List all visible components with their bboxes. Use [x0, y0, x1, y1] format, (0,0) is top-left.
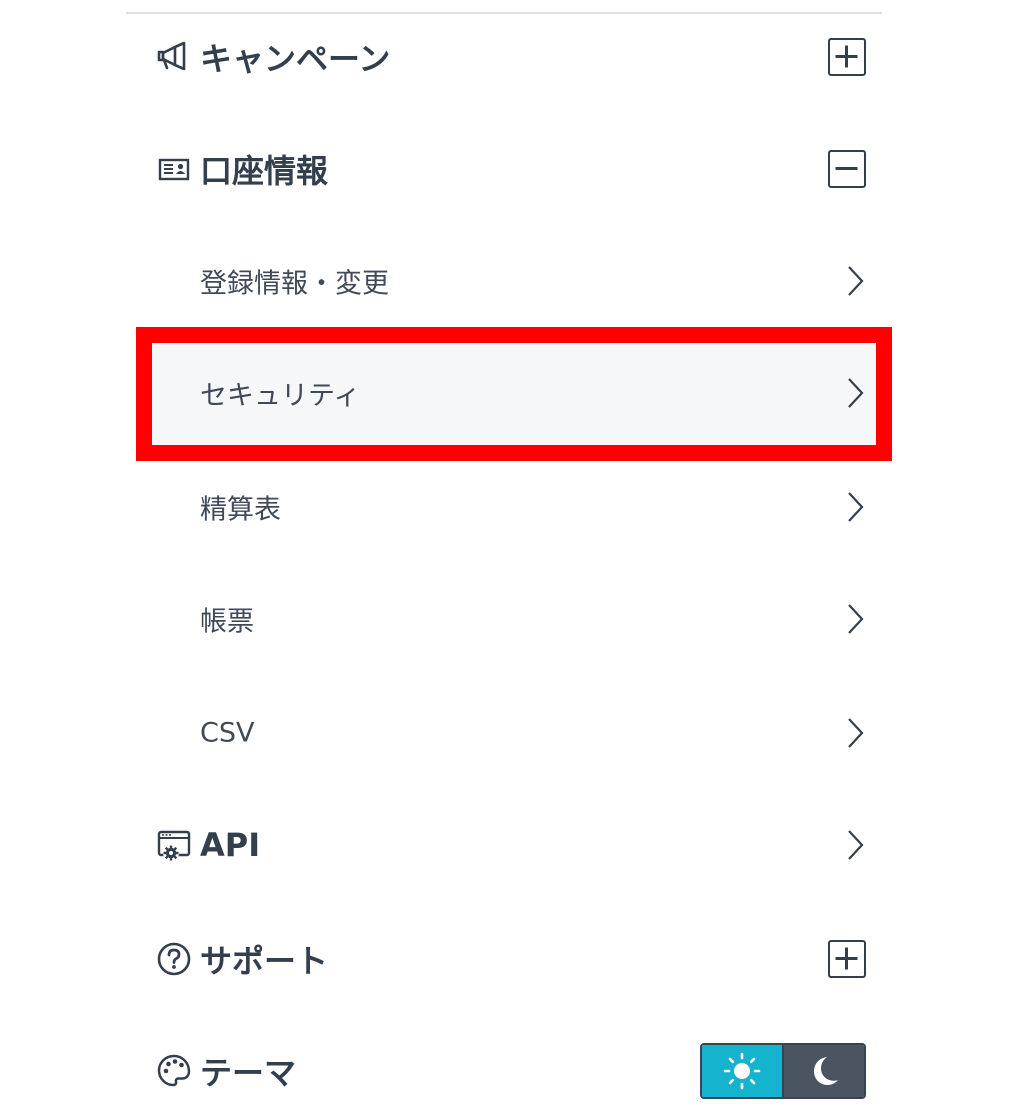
menu-account-info[interactable]: 口座情報 [126, 126, 882, 212]
expand-plus-icon[interactable] [828, 940, 866, 978]
submenu-registration-label: 登録情報・変更 [200, 268, 389, 300]
submenu-reports-label: 帳票 [200, 606, 254, 638]
submenu-security-label: セキュリティ [200, 380, 361, 412]
chevron-right-icon [846, 376, 866, 410]
collapse-minus-icon[interactable] [828, 150, 866, 188]
menu-theme-label: テーマ [200, 1054, 297, 1092]
question-circle-icon [156, 941, 192, 977]
submenu-reports[interactable]: 帳票 [126, 576, 882, 662]
menu-support-label: サポート [200, 942, 329, 980]
chevron-right-icon [846, 828, 866, 862]
menu-account-info-label: 口座情報 [200, 152, 329, 190]
menu-campaign[interactable]: キャンペーン [126, 14, 882, 100]
palette-icon [156, 1053, 192, 1089]
chevron-right-icon [846, 264, 866, 298]
id-card-icon [156, 151, 192, 187]
submenu-security[interactable]: セキュリティ [126, 350, 882, 436]
chevron-right-icon [846, 716, 866, 750]
submenu-settlement[interactable]: 精算表 [126, 464, 882, 550]
submenu-csv-label: CSV [200, 717, 255, 749]
theme-light-button[interactable] [702, 1045, 782, 1097]
menu-campaign-label: キャンペーン [200, 40, 391, 78]
chevron-right-icon [846, 490, 866, 524]
submenu-registration[interactable]: 登録情報・変更 [126, 238, 882, 324]
expand-plus-icon[interactable] [828, 38, 866, 76]
menu-api-label: API [200, 826, 261, 864]
theme-toggle [700, 1043, 866, 1099]
megaphone-icon [156, 39, 192, 75]
menu-api[interactable]: API [126, 802, 882, 888]
theme-dark-button[interactable] [782, 1045, 864, 1097]
submenu-settlement-label: 精算表 [200, 494, 281, 526]
moon-icon [814, 1057, 838, 1085]
sun-icon [723, 1052, 761, 1090]
chevron-right-icon [846, 602, 866, 636]
submenu-csv[interactable]: CSV [126, 690, 882, 776]
menu-theme: テーマ [126, 1028, 882, 1114]
api-settings-icon [156, 827, 192, 863]
menu-support[interactable]: サポート [126, 916, 882, 1002]
